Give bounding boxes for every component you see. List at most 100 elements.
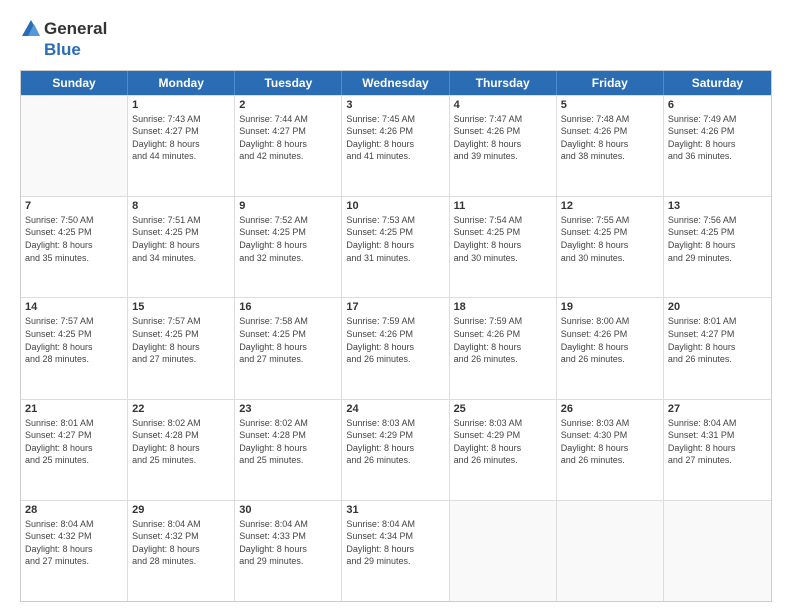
day-number: 19 (561, 301, 659, 313)
sunrise-text: Sunrise: 8:02 AM (132, 417, 230, 429)
weekday-header-thursday: Thursday (450, 71, 557, 95)
sunset-text: Sunset: 4:26 PM (561, 125, 659, 137)
calendar-cell (450, 501, 557, 601)
sunset-text: Sunset: 4:26 PM (454, 125, 552, 137)
daylight-text-2: and 29 minutes. (346, 555, 444, 567)
sunrise-text: Sunrise: 8:02 AM (239, 417, 337, 429)
sunset-text: Sunset: 4:28 PM (132, 429, 230, 441)
sunrise-text: Sunrise: 8:01 AM (25, 417, 123, 429)
calendar-row-2: 14Sunrise: 7:57 AMSunset: 4:25 PMDayligh… (21, 297, 771, 398)
sunset-text: Sunset: 4:27 PM (239, 125, 337, 137)
sunrise-text: Sunrise: 7:57 AM (25, 315, 123, 327)
daylight-text-2: and 25 minutes. (132, 454, 230, 466)
daylight-text: Daylight: 8 hours (668, 239, 767, 251)
sunset-text: Sunset: 4:27 PM (25, 429, 123, 441)
daylight-text: Daylight: 8 hours (454, 138, 552, 150)
daylight-text-2: and 27 minutes. (668, 454, 767, 466)
calendar-row-0: 1Sunrise: 7:43 AMSunset: 4:27 PMDaylight… (21, 95, 771, 196)
daylight-text-2: and 26 minutes. (561, 454, 659, 466)
daylight-text-2: and 38 minutes. (561, 150, 659, 162)
daylight-text-2: and 26 minutes. (668, 353, 767, 365)
sunset-text: Sunset: 4:25 PM (668, 226, 767, 238)
calendar-cell (664, 501, 771, 601)
daylight-text: Daylight: 8 hours (668, 341, 767, 353)
calendar-cell: 12Sunrise: 7:55 AMSunset: 4:25 PMDayligh… (557, 197, 664, 297)
day-number: 27 (668, 403, 767, 415)
sunrise-text: Sunrise: 7:56 AM (668, 214, 767, 226)
calendar-row-3: 21Sunrise: 8:01 AMSunset: 4:27 PMDayligh… (21, 399, 771, 500)
day-number: 15 (132, 301, 230, 313)
daylight-text-2: and 25 minutes. (25, 454, 123, 466)
day-number: 21 (25, 403, 123, 415)
daylight-text: Daylight: 8 hours (561, 442, 659, 454)
day-number: 14 (25, 301, 123, 313)
calendar-body: 1Sunrise: 7:43 AMSunset: 4:27 PMDaylight… (21, 95, 771, 601)
day-number: 2 (239, 99, 337, 111)
weekday-header-monday: Monday (128, 71, 235, 95)
logo-text-general: General (44, 19, 107, 39)
day-number: 10 (346, 200, 444, 212)
sunset-text: Sunset: 4:33 PM (239, 530, 337, 542)
sunrise-text: Sunrise: 7:54 AM (454, 214, 552, 226)
daylight-text-2: and 26 minutes. (346, 454, 444, 466)
sunrise-text: Sunrise: 7:50 AM (25, 214, 123, 226)
sunrise-text: Sunrise: 8:04 AM (346, 518, 444, 530)
daylight-text: Daylight: 8 hours (132, 543, 230, 555)
calendar-cell (557, 501, 664, 601)
daylight-text: Daylight: 8 hours (25, 442, 123, 454)
daylight-text-2: and 30 minutes. (454, 252, 552, 264)
daylight-text-2: and 25 minutes. (239, 454, 337, 466)
daylight-text-2: and 26 minutes. (561, 353, 659, 365)
calendar-cell: 11Sunrise: 7:54 AMSunset: 4:25 PMDayligh… (450, 197, 557, 297)
calendar-header: SundayMondayTuesdayWednesdayThursdayFrid… (21, 71, 771, 95)
daylight-text: Daylight: 8 hours (668, 442, 767, 454)
calendar-cell: 30 Sunrise: 8:04 AMSunset: 4:33 PMDayligh… (235, 501, 342, 601)
day-number: 29 (132, 504, 230, 516)
sunrise-text: Sunrise: 8:04 AM (239, 518, 337, 530)
day-number: 20 (668, 301, 767, 313)
day-number: 17 (346, 301, 444, 313)
sunset-text: Sunset: 4:26 PM (561, 328, 659, 340)
day-number: 18 (454, 301, 552, 313)
daylight-text: Daylight: 8 hours (132, 341, 230, 353)
calendar-cell: 14 Sunrise: 7:57 AMSunset: 4:25 PMDayligh… (21, 298, 128, 398)
sunrise-text: Sunrise: 7:52 AM (239, 214, 337, 226)
day-number: 4 (454, 99, 552, 111)
calendar-cell: 18Sunrise: 7:59 AMSunset: 4:26 PMDayligh… (450, 298, 557, 398)
daylight-text: Daylight: 8 hours (346, 442, 444, 454)
calendar-cell: 22Sunrise: 8:02 AMSunset: 4:28 PMDayligh… (128, 400, 235, 500)
calendar-cell: 4Sunrise: 7:47 AMSunset: 4:26 PMDaylight… (450, 96, 557, 196)
sunset-text: Sunset: 4:27 PM (132, 125, 230, 137)
day-number: 22 (132, 403, 230, 415)
day-number: 30 (239, 504, 337, 516)
daylight-text-2: and 36 minutes. (668, 150, 767, 162)
day-number: 31 (346, 504, 444, 516)
daylight-text: Daylight: 8 hours (561, 138, 659, 150)
sunset-text: Sunset: 4:25 PM (25, 328, 123, 340)
sunrise-text: Sunrise: 8:00 AM (561, 315, 659, 327)
day-number: 12 (561, 200, 659, 212)
sunrise-text: Sunrise: 7:51 AM (132, 214, 230, 226)
daylight-text: Daylight: 8 hours (25, 543, 123, 555)
calendar-cell: 25Sunrise: 8:03 AMSunset: 4:29 PMDayligh… (450, 400, 557, 500)
calendar-cell: 1Sunrise: 7:43 AMSunset: 4:27 PMDaylight… (128, 96, 235, 196)
calendar: SundayMondayTuesdayWednesdayThursdayFrid… (20, 70, 772, 602)
sunrise-text: Sunrise: 7:44 AM (239, 113, 337, 125)
calendar-cell: 2Sunrise: 7:44 AMSunset: 4:27 PMDaylight… (235, 96, 342, 196)
day-number: 28 (25, 504, 123, 516)
sunset-text: Sunset: 4:26 PM (346, 125, 444, 137)
calendar-cell: 8Sunrise: 7:51 AMSunset: 4:25 PMDaylight… (128, 197, 235, 297)
sunset-text: Sunset: 4:32 PM (132, 530, 230, 542)
daylight-text-2: and 34 minutes. (132, 252, 230, 264)
day-number: 6 (668, 99, 767, 111)
daylight-text: Daylight: 8 hours (454, 239, 552, 251)
day-number: 13 (668, 200, 767, 212)
sunset-text: Sunset: 4:25 PM (454, 226, 552, 238)
calendar-cell: 10Sunrise: 7:53 AMSunset: 4:25 PMDayligh… (342, 197, 449, 297)
daylight-text: Daylight: 8 hours (239, 543, 337, 555)
daylight-text: Daylight: 8 hours (346, 341, 444, 353)
daylight-text: Daylight: 8 hours (25, 341, 123, 353)
sunrise-text: Sunrise: 8:04 AM (668, 417, 767, 429)
sunset-text: Sunset: 4:26 PM (346, 328, 444, 340)
day-number: 9 (239, 200, 337, 212)
